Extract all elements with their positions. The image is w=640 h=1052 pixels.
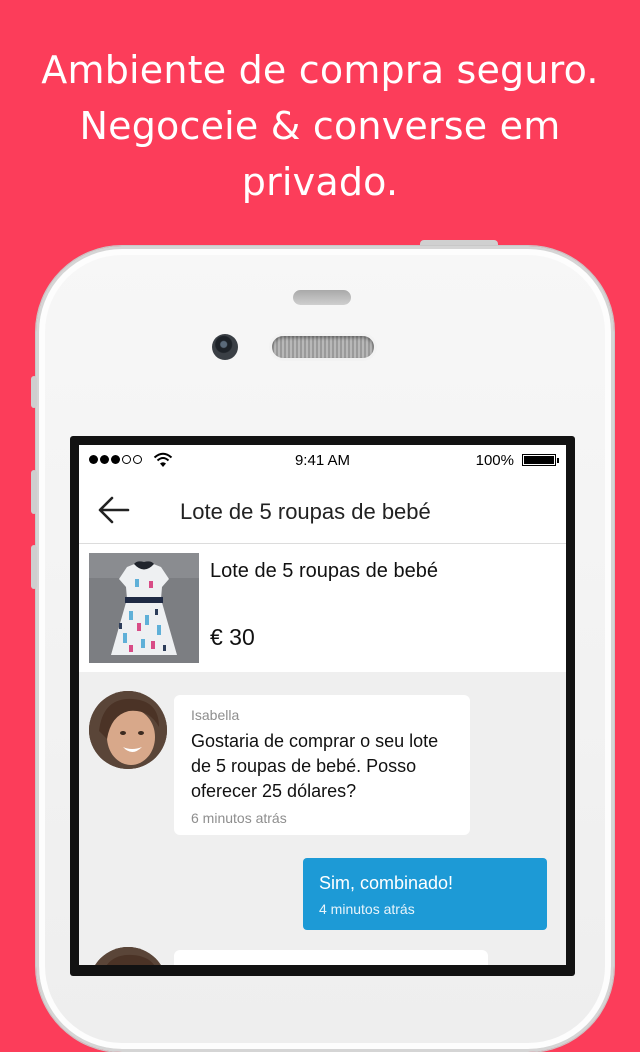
user-avatar-photo — [89, 947, 167, 965]
avatar[interactable] — [89, 691, 167, 769]
phone-volume-down-button — [31, 545, 37, 589]
status-bar: 9:41 AM 100% — [79, 445, 566, 475]
headline: Ambiente de compra seguro. Negoceie & co… — [0, 42, 640, 210]
headline-line-3: privado. — [241, 160, 399, 204]
page-title: Lote de 5 roupas de bebé — [180, 499, 431, 524]
battery-percentage: 100% — [475, 452, 514, 469]
baby-dress-photo — [89, 553, 199, 663]
message-text: Sim, combinado! — [319, 873, 454, 893]
phone-proximity-sensor — [293, 290, 351, 305]
message-text: Gostaria de comprar o seu lote de 5 roup… — [191, 731, 439, 801]
incoming-message-bubble[interactable] — [174, 950, 488, 965]
message-timestamp: 4 minutos atrás — [319, 901, 415, 917]
incoming-message-bubble[interactable]: Isabella Gostaria de comprar o seu lote … — [174, 695, 470, 835]
phone-volume-up-button — [31, 470, 37, 514]
product-card[interactable]: Lote de 5 roupas de bebé € 30 — [79, 544, 566, 672]
product-image[interactable] — [89, 553, 199, 663]
phone-screen: 9:41 AM 100% Lote de 5 roupas de bebé Lo… — [79, 445, 566, 965]
avatar[interactable] — [89, 947, 167, 965]
arrow-left-icon[interactable] — [97, 495, 131, 525]
outgoing-message-bubble[interactable]: Sim, combinado! 4 minutos atrás — [303, 858, 547, 930]
headline-line-2: Negoceie & converse em — [79, 104, 561, 148]
navigation-bar: Lote de 5 roupas de bebé — [79, 475, 566, 544]
battery-icon — [522, 454, 559, 466]
headline-line-1: Ambiente de compra seguro. — [41, 48, 599, 92]
message-timestamp: 6 minutos atrás — [191, 810, 287, 826]
phone-mute-switch — [31, 376, 37, 408]
product-price: € 30 — [210, 624, 255, 650]
front-camera — [212, 334, 238, 360]
phone-earpiece — [272, 336, 374, 358]
message-sender: Isabella — [191, 707, 240, 723]
product-title: Lote de 5 roupas de bebé — [210, 560, 438, 582]
user-avatar-photo — [89, 691, 167, 769]
